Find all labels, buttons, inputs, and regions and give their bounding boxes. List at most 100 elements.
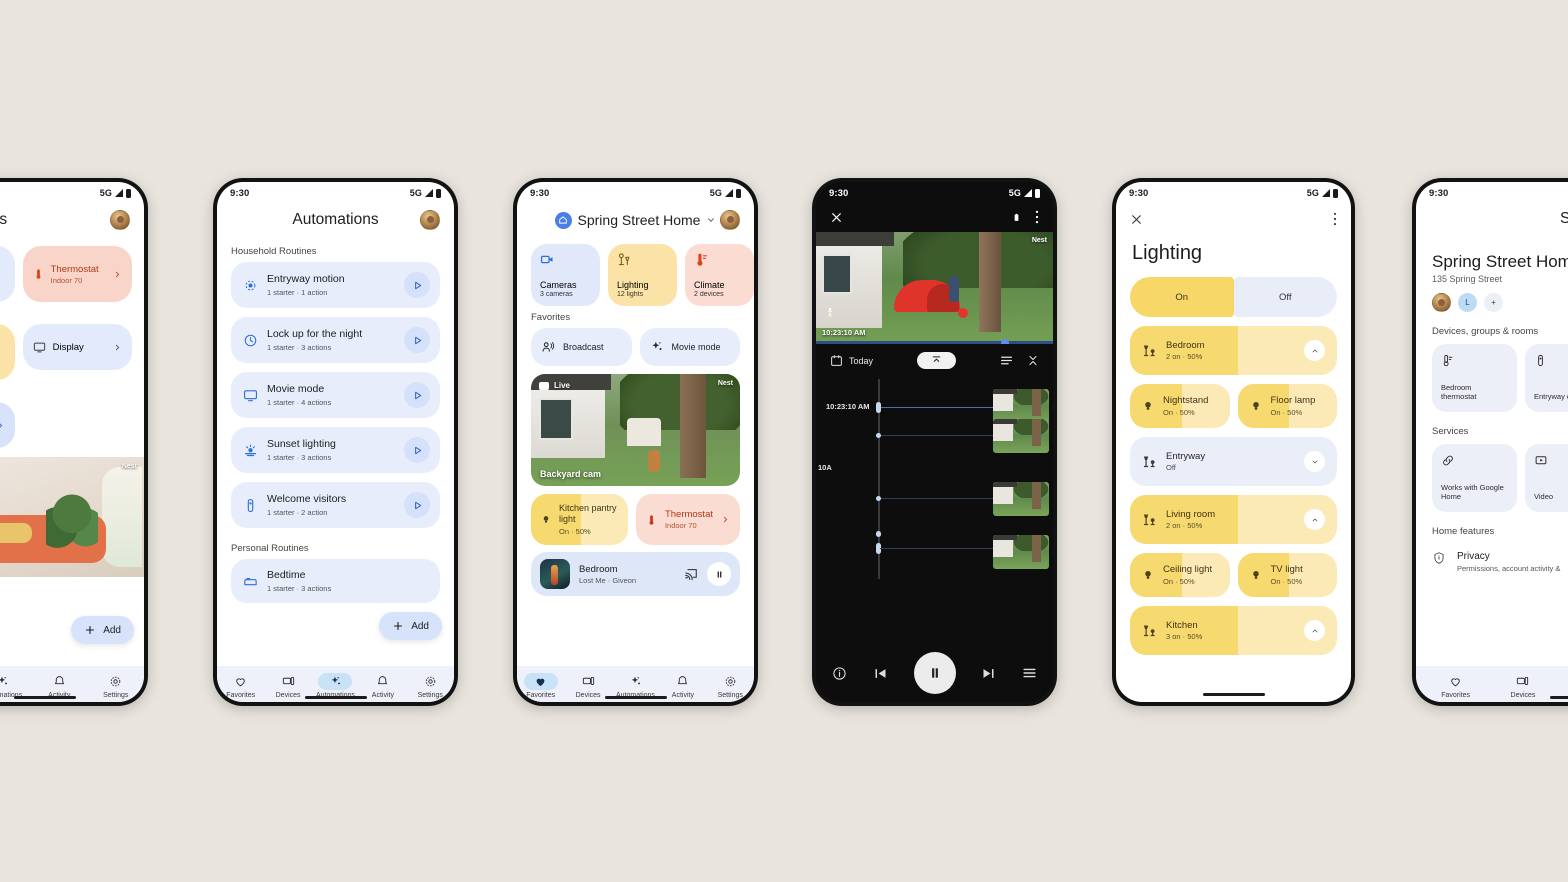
menu-icon[interactable]: [1022, 667, 1037, 679]
avatar[interactable]: [1432, 293, 1451, 312]
favorite-movie-mode[interactable]: Movie mode: [639, 328, 740, 366]
sidebar-item-devices[interactable]: Devices: [1489, 673, 1556, 699]
run-automation-button[interactable]: [404, 437, 430, 463]
battery-icon[interactable]: [1012, 211, 1021, 224]
timeline-marker[interactable]: [875, 402, 881, 413]
light-group-entryway[interactable]: Entryway Off: [1130, 437, 1337, 486]
category-cameras[interactable]: Cameras 3 cameras: [531, 244, 600, 306]
date-selector[interactable]: Today: [830, 354, 873, 367]
sidebar-item-activity[interactable]: Activity: [38, 673, 80, 699]
collapse-icon[interactable]: [1027, 354, 1039, 367]
automation-row-bedtime[interactable]: Bedtime 1 starter · 3 actions: [231, 559, 440, 604]
avatar[interactable]: [420, 210, 440, 230]
play-pause-button[interactable]: [913, 652, 956, 694]
home-selector[interactable]: Spring Street Home: [551, 211, 720, 229]
jump-to-top-button[interactable]: [917, 352, 957, 369]
sidebar-item-devices[interactable]: Devices: [564, 673, 611, 699]
avatar[interactable]: [720, 210, 740, 230]
feature-privacy[interactable]: Privacy Permissions, account activity &: [1416, 541, 1568, 573]
tile-entryway-doorbell[interactable]: Entryway doorbell: [1525, 344, 1568, 412]
camera-live-feed[interactable]: Nest 10:23:10 AM: [816, 232, 1053, 344]
pause-button[interactable]: [707, 562, 731, 586]
sidebar-item-favorites[interactable]: Favorites: [1422, 673, 1489, 699]
timeline-marker[interactable]: [875, 432, 881, 438]
sidebar-item-devices[interactable]: Devices: [264, 673, 311, 699]
sidebar-item-activity[interactable]: Activity: [359, 673, 406, 699]
tile-bedroom-thermostat[interactable]: Bedroom thermostat: [1432, 344, 1517, 412]
more-vert-icon[interactable]: [1333, 212, 1337, 226]
tile-works-with-google-home[interactable]: Works with Google Home: [1432, 444, 1517, 512]
camera-event-timeline[interactable]: 10:23:10 AM 10A: [816, 379, 1053, 579]
favorite-broadcast[interactable]: Broadcast: [531, 328, 632, 366]
gear-icon: [413, 673, 447, 690]
avatar[interactable]: [110, 210, 130, 230]
close-icon[interactable]: [1130, 213, 1143, 226]
sidebar-item-automations[interactable]: Automations: [0, 673, 24, 699]
automation-row-welcome-visitors[interactable]: Welcome visitors 1 starter · 2 action: [231, 482, 440, 528]
sidebar-item-settings[interactable]: Settings: [407, 673, 454, 699]
collapse-group-button[interactable]: [1304, 620, 1325, 641]
run-automation-button[interactable]: [404, 272, 430, 298]
device-tile-thermostat[interactable]: Thermostat Indoor 70: [22, 246, 132, 302]
device-tile-partial-3[interactable]: [0, 402, 15, 448]
timeline-marker[interactable]: [875, 531, 881, 537]
sidebar-item-favorites[interactable]: Favorites: [517, 673, 564, 699]
scrubber-knob[interactable]: [1001, 338, 1009, 344]
close-icon[interactable]: [830, 211, 843, 224]
collapse-group-button[interactable]: [1304, 509, 1325, 530]
run-automation-button[interactable]: [404, 492, 430, 518]
timeline-thumbnail[interactable]: [993, 389, 1049, 423]
light-ceiling-light[interactable]: Ceiling light On · 50%: [1130, 553, 1230, 597]
member-initial[interactable]: L: [1458, 293, 1477, 312]
run-automation-button[interactable]: [404, 382, 430, 408]
more-vert-icon[interactable]: [1035, 210, 1039, 224]
automation-row-movie-mode[interactable]: Movie mode 1 starter · 4 actions: [231, 372, 440, 418]
list-icon[interactable]: [1000, 355, 1013, 366]
collapse-group-button[interactable]: [1304, 340, 1325, 361]
expand-group-button[interactable]: [1304, 451, 1325, 472]
automation-row-entryway-motion[interactable]: Entryway motion 1 starter · 1 action: [231, 262, 440, 308]
toggle-off-button[interactable]: Off: [1233, 277, 1337, 317]
light-tv-light[interactable]: TV light On · 50%: [1237, 553, 1337, 597]
automation-row-sunset-lighting[interactable]: Sunset lighting 1 starter · 3 actions: [231, 427, 440, 473]
category-climate[interactable]: Climate 2 devices: [685, 244, 754, 306]
light-floor-lamp[interactable]: Floor lamp On · 50%: [1237, 384, 1337, 428]
light-group-bedroom[interactable]: Bedroom 2 on · 50%: [1130, 326, 1337, 375]
sidebar-item-automations[interactable]: Automations: [312, 673, 359, 699]
light-group-living-room[interactable]: Living room 2 on · 50%: [1130, 495, 1337, 544]
device-tile-partial-1[interactable]: [0, 246, 15, 302]
video-scrubber[interactable]: [816, 338, 1053, 344]
category-lighting[interactable]: Lighting 12 lights: [608, 244, 677, 306]
cast-icon[interactable]: [684, 567, 698, 581]
run-automation-button[interactable]: [404, 327, 430, 353]
backyard-camera-card[interactable]: Live Nest Backyard cam: [531, 374, 740, 486]
add-button[interactable]: Add: [71, 616, 134, 644]
media-player-card[interactable]: Bedroom Lost Me · Giveon: [531, 552, 740, 596]
sidebar-item-favorites[interactable]: Favorites: [217, 673, 264, 699]
skip-previous-icon[interactable]: [873, 666, 888, 681]
timeline-marker[interactable]: [875, 495, 881, 501]
tile-video[interactable]: Video: [1525, 444, 1568, 512]
info-icon[interactable]: [832, 666, 847, 681]
toggle-on-button[interactable]: On: [1130, 277, 1234, 317]
card-thermostat[interactable]: Thermostat Indoor 70: [635, 494, 740, 545]
timeline-thumbnail[interactable]: [993, 482, 1049, 516]
sidebar-item-automations[interactable]: Automations: [1557, 673, 1568, 699]
sidebar-item-activity[interactable]: Activity: [659, 673, 706, 699]
timeline-thumbnail[interactable]: [993, 419, 1049, 453]
living-room-camera-card[interactable]: Nest: [0, 457, 144, 577]
card-kitchen-pantry-light[interactable]: Kitchen pantry light On · 50%: [531, 494, 628, 545]
automation-row-lock-up[interactable]: Lock up for the night 1 starter · 3 acti…: [231, 317, 440, 363]
device-tile-partial-2[interactable]: [0, 324, 15, 380]
skip-next-icon[interactable]: [981, 666, 996, 681]
add-button[interactable]: Add: [379, 612, 442, 640]
light-group-kitchen[interactable]: Kitchen 3 on · 50%: [1130, 606, 1337, 655]
sidebar-item-settings[interactable]: Settings: [707, 673, 754, 699]
sidebar-item-settings[interactable]: Settings: [95, 673, 137, 699]
sparkle-icon: [0, 673, 20, 690]
light-nightstand[interactable]: Nightstand On · 50%: [1130, 384, 1230, 428]
sidebar-item-automations[interactable]: Automations: [612, 673, 659, 699]
device-tile-display[interactable]: Display: [22, 324, 132, 370]
add-member-button[interactable]: +: [1484, 293, 1503, 312]
timeline-thumbnail[interactable]: [993, 535, 1049, 569]
